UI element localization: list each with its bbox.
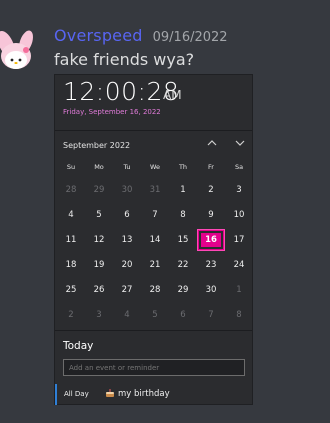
weekday-label: Su [66, 163, 76, 171]
calendar-day[interactable]: 27 [113, 279, 141, 301]
calendar-day[interactable]: 23 [197, 254, 225, 276]
calendar-day[interactable]: 3 [85, 304, 113, 326]
weekday-label: Mo [94, 163, 104, 171]
calendar-day[interactable]: 1 [169, 179, 197, 201]
weekday-label: Tu [123, 163, 131, 171]
add-event-input[interactable] [63, 359, 245, 376]
agenda-item-time: All Day [64, 390, 89, 398]
calendar-day[interactable]: 15 [169, 229, 197, 251]
calendar-day[interactable]: 4 [113, 304, 141, 326]
calendar-day[interactable]: 11 [57, 229, 85, 251]
calendar-day[interactable]: 5 [85, 204, 113, 226]
calendar-day[interactable]: 29 [169, 279, 197, 301]
chevron-up-icon[interactable] [205, 136, 219, 150]
calendar-day[interactable]: 18 [57, 254, 85, 276]
divider [55, 330, 252, 331]
month-label[interactable]: September 2022 [63, 141, 130, 150]
calendar-day[interactable]: 30 [197, 279, 225, 301]
weekday-label: Sa [234, 163, 244, 171]
message-text: fake friends wya? [54, 50, 195, 69]
calendar-day[interactable]: 17 [225, 229, 253, 251]
calendar-day[interactable]: 10 [225, 204, 253, 226]
calendar-day[interactable]: 19 [85, 254, 113, 276]
calendar-day[interactable]: 24 [225, 254, 253, 276]
calendar-day[interactable]: 21 [141, 254, 169, 276]
calendar-day[interactable]: 28 [141, 279, 169, 301]
calendar-day[interactable]: 31 [141, 179, 169, 201]
message-timestamp: 09/16/2022 [152, 30, 228, 45]
agenda-item[interactable]: All Day my birthday [55, 384, 252, 405]
calendar-day-today[interactable]: 16 [197, 229, 225, 251]
agenda-title: Today [63, 340, 94, 352]
calendar-day[interactable]: 20 [113, 254, 141, 276]
calendar-day[interactable]: 8 [169, 204, 197, 226]
calendar-day[interactable]: 4 [57, 204, 85, 226]
calendar-day[interactable]: 2 [57, 304, 85, 326]
divider [55, 130, 252, 131]
calendar-day[interactable]: 2 [197, 179, 225, 201]
calendar-day[interactable]: 7 [197, 304, 225, 326]
clock-ampm: AM [163, 88, 182, 102]
chevron-down-icon[interactable] [233, 136, 247, 150]
calendar-day[interactable]: 6 [169, 304, 197, 326]
calendar-day[interactable]: 1 [225, 279, 253, 301]
calendar-day[interactable]: 8 [225, 304, 253, 326]
agenda-item-title: my birthday [118, 389, 170, 399]
calendar-day[interactable]: 5 [141, 304, 169, 326]
calendar-day[interactable]: 3 [225, 179, 253, 201]
calendar-day[interactable]: 26 [85, 279, 113, 301]
username[interactable]: Overspeed [54, 26, 143, 45]
calendar-day[interactable]: 6 [113, 204, 141, 226]
calendar-day[interactable]: 22 [169, 254, 197, 276]
full-date-link[interactable]: Friday, September 16, 2022 [63, 108, 161, 116]
calendar-grid: 28 29 30 31 1 2 3 4 5 6 7 8 9 10 11 12 1… [57, 179, 254, 329]
birthday-cake-icon [105, 388, 115, 401]
calendar-day[interactable]: 7 [141, 204, 169, 226]
calendar-day[interactable]: 13 [113, 229, 141, 251]
weekday-label: Fr [208, 163, 214, 171]
calendar-flyout: 12:00:28 AM Friday, September 16, 2022 S… [54, 74, 253, 405]
weekday-label: Th [178, 163, 188, 171]
calendar-day[interactable]: 30 [113, 179, 141, 201]
calendar-day[interactable]: 9 [197, 204, 225, 226]
avatar[interactable] [0, 26, 40, 72]
clock-time: 12:00:28 [63, 77, 180, 106]
calendar-day[interactable]: 12 [85, 229, 113, 251]
calendar-day[interactable]: 25 [57, 279, 85, 301]
weekday-label: We [149, 163, 161, 171]
calendar-day[interactable]: 29 [85, 179, 113, 201]
agenda-item-accent [55, 384, 57, 405]
calendar-day[interactable]: 28 [57, 179, 85, 201]
calendar-day[interactable]: 14 [141, 229, 169, 251]
weekday-header: Su Mo Tu We Th Fr Sa [57, 163, 254, 175]
message-header: Overspeed 09/16/2022 [54, 26, 228, 45]
